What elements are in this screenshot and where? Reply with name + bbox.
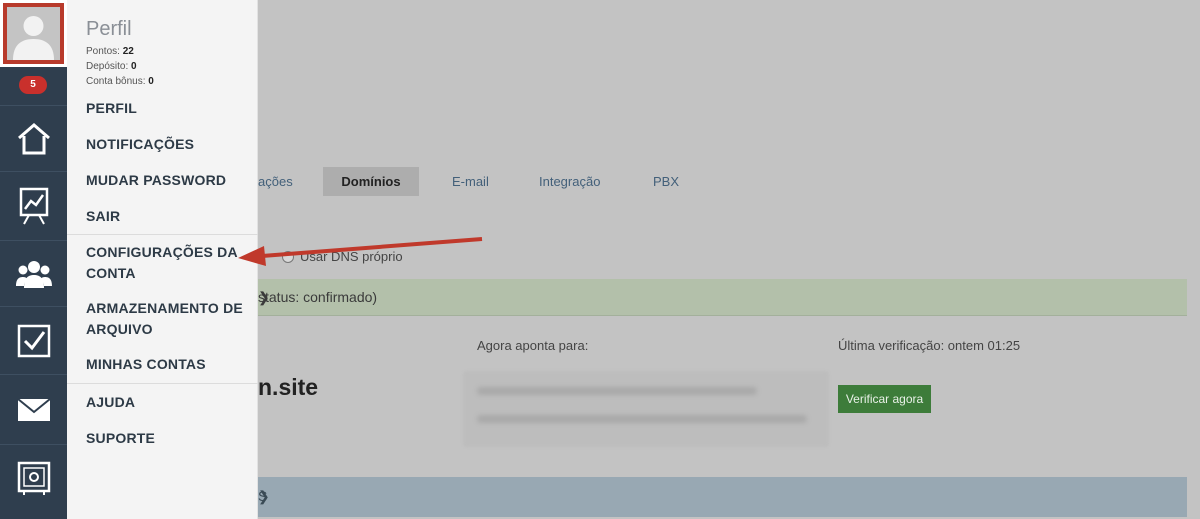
menu-title: Perfil bbox=[86, 18, 132, 40]
menu-item-configuracoes[interactable]: CONFIGURAÇÕES DA CONTA bbox=[86, 242, 251, 284]
stat-pontos-value: 22 bbox=[122, 46, 134, 57]
sidebar-item-storage[interactable] bbox=[0, 444, 67, 510]
last-check-label: Última verificação: ontem 01:25 bbox=[838, 338, 1021, 353]
avatar-container[interactable] bbox=[0, 0, 67, 67]
stat-deposito: Depósito: 0 bbox=[86, 61, 137, 72]
dns-own-radio[interactable] bbox=[282, 251, 294, 263]
points-to-label: Agora aponta para: bbox=[477, 338, 589, 353]
stat-bonus-value: 0 bbox=[148, 76, 154, 87]
sidebar-item-reports[interactable] bbox=[0, 171, 67, 240]
avatar[interactable] bbox=[3, 3, 64, 64]
chevron-down-icon[interactable]: ❯ bbox=[258, 289, 1175, 306]
icon-sidebar: 5 bbox=[0, 0, 67, 519]
stat-deposito-value: 0 bbox=[131, 61, 137, 72]
sidebar-item-tasks[interactable] bbox=[0, 306, 67, 374]
presentation-chart-icon bbox=[19, 187, 48, 225]
domain-status-bar[interactable]: status: confirmado) ❯ bbox=[258, 279, 1187, 316]
stat-bonus: Conta bônus: 0 bbox=[86, 76, 154, 87]
menu-item-notificacoes[interactable]: NOTIFICAÇÕES bbox=[86, 134, 251, 155]
menu-item-sair[interactable]: SAIR bbox=[86, 206, 251, 227]
tab-partial[interactable]: ações bbox=[258, 167, 298, 196]
tab-integracao[interactable]: Integração bbox=[539, 167, 600, 196]
dns-own-label: Usar DNS próprio bbox=[300, 249, 403, 264]
team-icon bbox=[15, 260, 52, 288]
domain-settings-page: ações Domínios E-mail Integração PBX Usa… bbox=[258, 0, 1200, 519]
safe-icon bbox=[17, 461, 50, 495]
menu-divider bbox=[67, 234, 258, 235]
chevron-down-icon[interactable]: ❯ bbox=[258, 488, 1175, 505]
menu-item-mudar-password[interactable]: MUDAR PASSWORD bbox=[86, 170, 251, 191]
profile-dropdown-menu: Perfil Pontos: 22 Depósito: 0 Conta bônu… bbox=[67, 0, 258, 519]
tab-email[interactable]: E-mail bbox=[452, 167, 489, 196]
menu-divider bbox=[67, 383, 258, 384]
sidebar-item-home[interactable] bbox=[0, 105, 67, 171]
stat-pontos: Pontos: 22 bbox=[86, 46, 134, 57]
tab-dominios[interactable]: Domínios bbox=[323, 167, 419, 196]
tab-pbx[interactable]: PBX bbox=[653, 167, 679, 196]
menu-item-suporte[interactable]: SUPORTE bbox=[86, 428, 251, 449]
blurred-dns-records bbox=[463, 371, 829, 447]
secondary-section-bar[interactable]: S ❯ bbox=[258, 477, 1187, 517]
mail-icon bbox=[16, 397, 51, 421]
menu-item-minhas-contas[interactable]: MINHAS CONTAS bbox=[86, 354, 251, 375]
notification-badge[interactable]: 5 bbox=[19, 76, 47, 94]
checkbox-icon bbox=[17, 324, 50, 357]
user-silhouette-icon bbox=[13, 16, 54, 60]
sidebar-item-mail[interactable] bbox=[0, 374, 67, 444]
notification-badge-row: 5 bbox=[0, 67, 67, 105]
domain-name: n.site bbox=[258, 374, 319, 400]
menu-item-perfil[interactable]: PERFIL bbox=[86, 98, 251, 119]
menu-item-armazenamento[interactable]: ARMAZENAMENTO DE ARQUIVO bbox=[86, 298, 251, 340]
home-icon bbox=[17, 122, 50, 154]
sidebar-item-team[interactable] bbox=[0, 240, 67, 306]
menu-item-ajuda[interactable]: AJUDA bbox=[86, 392, 251, 413]
verify-now-button[interactable]: Verificar agora bbox=[838, 385, 931, 413]
